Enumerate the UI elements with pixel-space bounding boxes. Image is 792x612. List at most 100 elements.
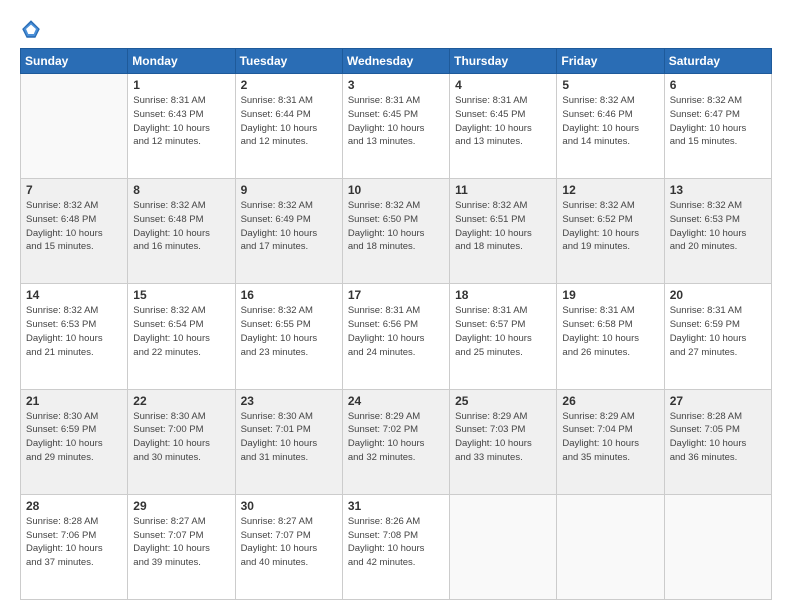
day-info: Sunrise: 8:30 AMSunset: 7:00 PMDaylight:…	[133, 410, 229, 465]
day-info: Sunrise: 8:31 AMSunset: 6:57 PMDaylight:…	[455, 304, 551, 359]
day-info: Sunrise: 8:27 AMSunset: 7:07 PMDaylight:…	[241, 515, 337, 570]
calendar-week-row: 7 Sunrise: 8:32 AMSunset: 6:48 PMDaylight…	[21, 179, 772, 284]
day-info: Sunrise: 8:31 AMSunset: 6:59 PMDaylight:…	[670, 304, 766, 359]
day-number: 9	[241, 183, 337, 197]
calendar-cell: 21 Sunrise: 8:30 AMSunset: 6:59 PMDayligh…	[21, 389, 128, 494]
calendar-cell: 13 Sunrise: 8:32 AMSunset: 6:53 PMDayligh…	[664, 179, 771, 284]
weekday-header-friday: Friday	[557, 49, 664, 74]
calendar-cell	[557, 494, 664, 599]
day-info: Sunrise: 8:29 AMSunset: 7:04 PMDaylight:…	[562, 410, 658, 465]
day-info: Sunrise: 8:26 AMSunset: 7:08 PMDaylight:…	[348, 515, 444, 570]
calendar-cell: 2 Sunrise: 8:31 AMSunset: 6:44 PMDaylight…	[235, 74, 342, 179]
day-number: 7	[26, 183, 122, 197]
day-info: Sunrise: 8:27 AMSunset: 7:07 PMDaylight:…	[133, 515, 229, 570]
weekday-header-tuesday: Tuesday	[235, 49, 342, 74]
weekday-header-sunday: Sunday	[21, 49, 128, 74]
calendar-cell: 1Sunrise: 8:31 AMSunset: 6:43 PMDaylight…	[128, 74, 235, 179]
day-number: 18	[455, 288, 551, 302]
calendar-cell: 7 Sunrise: 8:32 AMSunset: 6:48 PMDaylight…	[21, 179, 128, 284]
weekday-header-monday: Monday	[128, 49, 235, 74]
day-number: 3	[348, 78, 444, 92]
day-info: Sunrise: 8:31 AMSunset: 6:56 PMDaylight:…	[348, 304, 444, 359]
day-info: Sunrise: 8:30 AMSunset: 6:59 PMDaylight:…	[26, 410, 122, 465]
day-info: Sunrise: 8:32 AMSunset: 6:51 PMDaylight:…	[455, 199, 551, 254]
calendar-table: SundayMondayTuesdayWednesdayThursdayFrid…	[20, 48, 772, 600]
calendar-week-row: 28 Sunrise: 8:28 AMSunset: 7:06 PMDayligh…	[21, 494, 772, 599]
calendar-cell: 6Sunrise: 8:32 AMSunset: 6:47 PMDaylight…	[664, 74, 771, 179]
day-number: 21	[26, 394, 122, 408]
day-number: 27	[670, 394, 766, 408]
day-number: 8	[133, 183, 229, 197]
calendar-cell: 12 Sunrise: 8:32 AMSunset: 6:52 PMDayligh…	[557, 179, 664, 284]
day-info: Sunrise: 8:32 AMSunset: 6:46 PMDaylight:…	[562, 94, 658, 149]
day-info: Sunrise: 8:29 AMSunset: 7:02 PMDaylight:…	[348, 410, 444, 465]
calendar-cell: 20 Sunrise: 8:31 AMSunset: 6:59 PMDayligh…	[664, 284, 771, 389]
calendar-cell: 27 Sunrise: 8:28 AMSunset: 7:05 PMDayligh…	[664, 389, 771, 494]
calendar-cell: 24 Sunrise: 8:29 AMSunset: 7:02 PMDayligh…	[342, 389, 449, 494]
calendar-cell: 31Sunrise: 8:26 AMSunset: 7:08 PMDayligh…	[342, 494, 449, 599]
day-number: 12	[562, 183, 658, 197]
day-number: 24	[348, 394, 444, 408]
day-info: Sunrise: 8:32 AMSunset: 6:55 PMDaylight:…	[241, 304, 337, 359]
calendar-cell: 25Sunrise: 8:29 AMSunset: 7:03 PMDayligh…	[450, 389, 557, 494]
day-number: 19	[562, 288, 658, 302]
calendar-cell	[450, 494, 557, 599]
day-info: Sunrise: 8:32 AMSunset: 6:52 PMDaylight:…	[562, 199, 658, 254]
day-number: 29	[133, 499, 229, 513]
day-info: Sunrise: 8:29 AMSunset: 7:03 PMDaylight:…	[455, 410, 551, 465]
day-number: 14	[26, 288, 122, 302]
calendar-cell	[21, 74, 128, 179]
calendar-cell: 4 Sunrise: 8:31 AMSunset: 6:45 PMDaylight…	[450, 74, 557, 179]
day-number: 26	[562, 394, 658, 408]
calendar-cell: 18 Sunrise: 8:31 AMSunset: 6:57 PMDayligh…	[450, 284, 557, 389]
day-info: Sunrise: 8:32 AMSunset: 6:50 PMDaylight:…	[348, 199, 444, 254]
day-number: 13	[670, 183, 766, 197]
weekday-header-saturday: Saturday	[664, 49, 771, 74]
calendar-cell: 17 Sunrise: 8:31 AMSunset: 6:56 PMDayligh…	[342, 284, 449, 389]
day-number: 5	[562, 78, 658, 92]
day-info: Sunrise: 8:32 AMSunset: 6:48 PMDaylight:…	[26, 199, 122, 254]
day-number: 30	[241, 499, 337, 513]
day-info: Sunrise: 8:31 AMSunset: 6:45 PMDaylight:…	[348, 94, 444, 149]
calendar-cell	[664, 494, 771, 599]
day-number: 20	[670, 288, 766, 302]
calendar-cell: 10 Sunrise: 8:32 AMSunset: 6:50 PMDayligh…	[342, 179, 449, 284]
day-number: 28	[26, 499, 122, 513]
day-info: Sunrise: 8:30 AMSunset: 7:01 PMDaylight:…	[241, 410, 337, 465]
calendar-cell: 23 Sunrise: 8:30 AMSunset: 7:01 PMDayligh…	[235, 389, 342, 494]
calendar-cell: 30 Sunrise: 8:27 AMSunset: 7:07 PMDayligh…	[235, 494, 342, 599]
day-number: 23	[241, 394, 337, 408]
calendar-cell: 22Sunrise: 8:30 AMSunset: 7:00 PMDayligh…	[128, 389, 235, 494]
calendar-cell: 19 Sunrise: 8:31 AMSunset: 6:58 PMDayligh…	[557, 284, 664, 389]
day-number: 15	[133, 288, 229, 302]
day-number: 2	[241, 78, 337, 92]
calendar-cell: 14Sunrise: 8:32 AMSunset: 6:53 PMDayligh…	[21, 284, 128, 389]
calendar-week-row: 14Sunrise: 8:32 AMSunset: 6:53 PMDayligh…	[21, 284, 772, 389]
calendar-cell: 29 Sunrise: 8:27 AMSunset: 7:07 PMDayligh…	[128, 494, 235, 599]
weekday-header-wednesday: Wednesday	[342, 49, 449, 74]
day-info: Sunrise: 8:31 AMSunset: 6:43 PMDaylight:…	[133, 94, 229, 149]
day-number: 16	[241, 288, 337, 302]
day-info: Sunrise: 8:31 AMSunset: 6:44 PMDaylight:…	[241, 94, 337, 149]
day-number: 11	[455, 183, 551, 197]
weekday-header-row: SundayMondayTuesdayWednesdayThursdayFrid…	[21, 49, 772, 74]
day-info: Sunrise: 8:31 AMSunset: 6:58 PMDaylight:…	[562, 304, 658, 359]
calendar-cell: 16 Sunrise: 8:32 AMSunset: 6:55 PMDayligh…	[235, 284, 342, 389]
weekday-header-thursday: Thursday	[450, 49, 557, 74]
calendar-cell: 28 Sunrise: 8:28 AMSunset: 7:06 PMDayligh…	[21, 494, 128, 599]
day-number: 17	[348, 288, 444, 302]
day-info: Sunrise: 8:31 AMSunset: 6:45 PMDaylight:…	[455, 94, 551, 149]
day-info: Sunrise: 8:32 AMSunset: 6:53 PMDaylight:…	[670, 199, 766, 254]
day-info: Sunrise: 8:28 AMSunset: 7:06 PMDaylight:…	[26, 515, 122, 570]
calendar-week-row: 21 Sunrise: 8:30 AMSunset: 6:59 PMDayligh…	[21, 389, 772, 494]
day-info: Sunrise: 8:28 AMSunset: 7:05 PMDaylight:…	[670, 410, 766, 465]
calendar-cell: 11 Sunrise: 8:32 AMSunset: 6:51 PMDayligh…	[450, 179, 557, 284]
calendar-cell: 9Sunrise: 8:32 AMSunset: 6:49 PMDaylight…	[235, 179, 342, 284]
calendar-cell: 26 Sunrise: 8:29 AMSunset: 7:04 PMDayligh…	[557, 389, 664, 494]
day-number: 10	[348, 183, 444, 197]
day-info: Sunrise: 8:32 AMSunset: 6:54 PMDaylight:…	[133, 304, 229, 359]
calendar-cell: 3 Sunrise: 8:31 AMSunset: 6:45 PMDaylight…	[342, 74, 449, 179]
day-number: 4	[455, 78, 551, 92]
logo	[20, 18, 46, 40]
header	[20, 18, 772, 40]
